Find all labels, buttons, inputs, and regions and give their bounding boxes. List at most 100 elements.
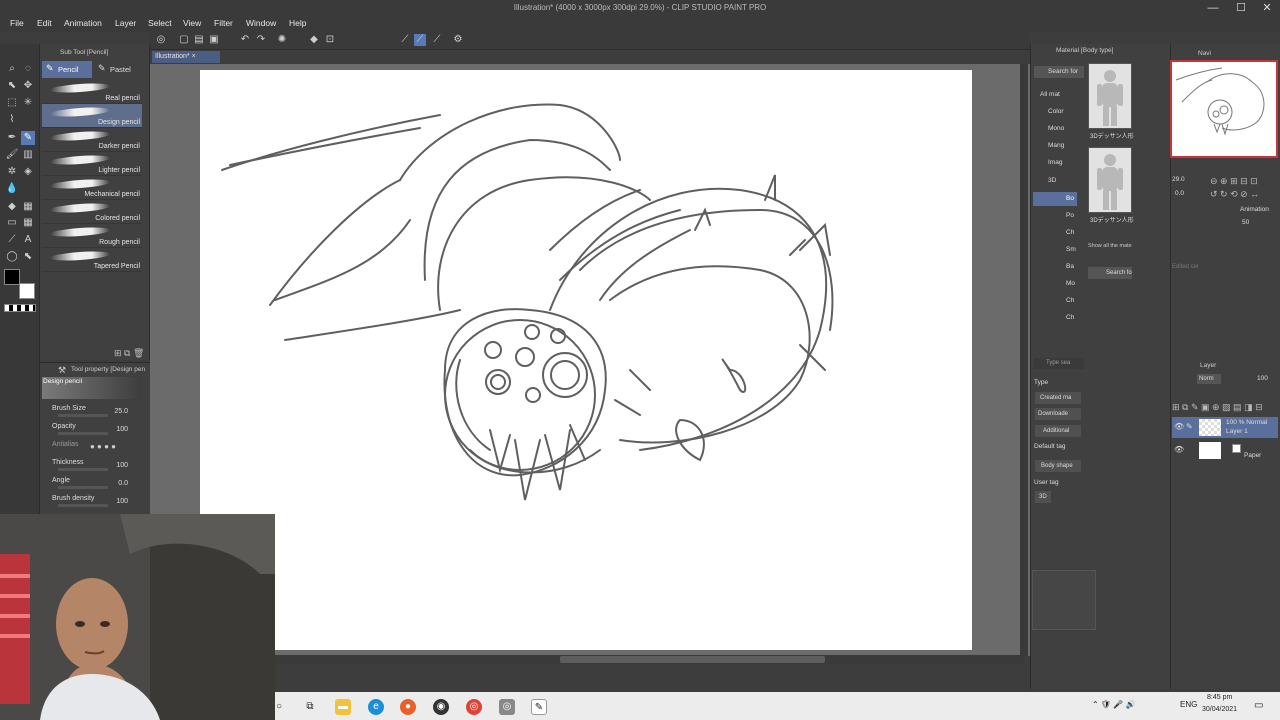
prop-slider[interactable] [58, 486, 108, 489]
minimize-button[interactable]: — [1200, 0, 1226, 16]
thickness-row[interactable]: Thickness 100 [50, 459, 140, 475]
sub-color-swatch[interactable] [19, 283, 35, 299]
default-tag[interactable]: Body shape [1035, 460, 1081, 472]
task-view-icon[interactable]: ⧉ [302, 699, 318, 715]
redo-icon[interactable]: ↷ [255, 34, 267, 46]
airbrush-tool-icon[interactable]: ▥ [21, 148, 35, 162]
brush-tool-icon[interactable]: 🖌 [5, 148, 19, 162]
main-color-swatch[interactable] [4, 269, 20, 285]
animation-tab[interactable]: Animation [1240, 206, 1269, 213]
animation-value[interactable]: 50 [1242, 219, 1249, 226]
material-thumbnail[interactable] [1088, 63, 1132, 129]
vertical-scrollbar[interactable] [1020, 64, 1028, 656]
horizontal-scroll-thumb[interactable] [560, 656, 825, 663]
user-tag[interactable]: 3D [1035, 491, 1051, 503]
lasso-tool-icon[interactable]: ◌ [21, 62, 35, 76]
layer-row-paper[interactable]: 👁 Paper [1172, 440, 1278, 461]
layer-row-layer1[interactable]: 👁 ✎ 100 % Normal Layer 1 [1172, 417, 1278, 438]
zoom-tool-icon[interactable]: ⌕ [5, 62, 19, 76]
sub-tool-menu-icon[interactable]: ⊞ ⧉ 🗑 [114, 348, 144, 359]
tree-item[interactable]: All mat [1040, 91, 1060, 98]
transform-icon[interactable]: ⊡ [324, 34, 336, 46]
pencil-tool-icon[interactable]: ✎ [21, 131, 35, 145]
balloon-tool-icon[interactable]: ◯ [5, 250, 19, 264]
transparent-color-swatch[interactable] [4, 304, 36, 312]
tray-icons[interactable]: ⌃ 🛡 🎤 🔊 [1092, 700, 1135, 709]
brush-lighter-pencil[interactable]: Lighter pencil [42, 152, 142, 176]
clip-studio-icon[interactable]: ◎ [155, 34, 167, 46]
text-tool-icon[interactable]: A [21, 233, 35, 247]
drawing-canvas[interactable] [200, 70, 972, 650]
frame-tool-icon[interactable]: ▦ [21, 216, 35, 230]
brush-mechanical-pencil[interactable]: Mechanical pencil [42, 176, 142, 200]
new-file-icon[interactable]: ▢ [178, 34, 190, 46]
brush-tapered-pencil[interactable]: Tapered Pencil [42, 248, 142, 272]
gradient-tool-icon[interactable]: ▦ [21, 200, 35, 214]
clip-studio-taskbar-icon[interactable]: ◎ [499, 699, 515, 715]
type-tag[interactable]: Additional [1035, 425, 1081, 437]
tree-item[interactable]: Color [1048, 108, 1064, 115]
eye-icon[interactable]: 👁 [1174, 422, 1184, 431]
settings-icon[interactable]: ⚙ [452, 34, 464, 46]
fill-tool-icon[interactable]: ◆ [5, 200, 19, 214]
auto-select-tool-icon[interactable]: ✳ [21, 96, 35, 110]
language-indicator[interactable]: ENG [1180, 700, 1197, 709]
figure-tool-icon[interactable]: ▭ [5, 216, 19, 230]
material-search-button[interactable]: Search for [1034, 66, 1084, 78]
snap-grid-icon[interactable]: ⟋ [431, 34, 443, 46]
obs-icon[interactable]: ◉ [433, 699, 449, 715]
tree-item[interactable]: Po [1066, 212, 1074, 219]
clock-date[interactable]: 30/04/2021 [1202, 706, 1237, 713]
layer-controls-icon[interactable]: ⊞ ⧉ ✎ ▣ ⊕ ▨ ▤ ◨ ⊟ [1172, 402, 1263, 413]
clip-studio-paint-icon[interactable]: ✎ [531, 699, 547, 715]
clear-icon[interactable]: ✺ [276, 34, 288, 46]
move-tool-icon[interactable]: ✥ [21, 79, 35, 93]
brush-colored-pencil[interactable]: Colored pencil [42, 200, 142, 224]
navigator-zoom[interactable]: 29.0 [1172, 176, 1185, 183]
menu-select[interactable]: Select [148, 18, 172, 28]
tree-item[interactable]: Ch [1066, 297, 1074, 304]
tree-item[interactable]: 3D [1048, 177, 1056, 184]
material-thumbnail[interactable] [1088, 147, 1132, 213]
brush-darker-pencil[interactable]: Darker pencil [42, 128, 142, 152]
layer-opacity-value[interactable]: 100 [1257, 375, 1268, 382]
angle-row[interactable]: Angle 0.0 [50, 477, 140, 493]
save-icon[interactable]: ▣ [208, 34, 220, 46]
antialias-row[interactable]: Antialias ● ● ● ● [50, 441, 140, 457]
navigator-zoom-controls-icon[interactable]: ⊖ ⊕ ⊞ ⊟ ⊡ [1210, 176, 1258, 187]
navigator-preview[interactable] [1170, 60, 1278, 158]
prop-slider[interactable] [58, 504, 108, 507]
pen-tool-icon[interactable]: ✒ [5, 131, 19, 145]
tree-item[interactable]: Bo [1066, 195, 1074, 202]
menu-window[interactable]: Window [246, 18, 276, 28]
opacity-row[interactable]: Opacity 100 [50, 423, 140, 439]
snap-special-ruler-icon[interactable]: ⟋ [414, 34, 426, 46]
decoration-tool-icon[interactable]: ✲ [5, 165, 19, 179]
menu-animation[interactable]: Animation [64, 18, 102, 28]
fill-icon[interactable]: ◆ [308, 34, 320, 46]
tree-item[interactable]: Imag [1048, 159, 1062, 166]
search-for-button[interactable]: Search fo [1088, 267, 1132, 279]
operation-tool-icon[interactable]: ⬉ [5, 79, 19, 93]
prop-slider[interactable] [58, 468, 108, 471]
show-all-materials[interactable]: Show all the mate [1088, 243, 1132, 249]
maximize-button[interactable]: ☐ [1228, 0, 1254, 16]
clock-time[interactable]: 8:45 pm [1207, 694, 1232, 701]
notification-icon[interactable]: ▭ [1254, 700, 1263, 711]
menu-edit[interactable]: Edit [37, 18, 52, 28]
search-icon[interactable]: ○ [271, 699, 287, 715]
navigator-angle[interactable]: 0.0 [1175, 190, 1184, 197]
blend-mode-select[interactable]: Norm [1197, 374, 1221, 384]
tag-search-input[interactable]: Type sea [1034, 358, 1084, 369]
eyedropper-tool-icon[interactable]: ⌇ [5, 113, 19, 127]
blend-tool-icon[interactable]: 💧 [5, 182, 19, 196]
correct-line-tool-icon[interactable]: ⬉ [21, 250, 35, 264]
eye-icon[interactable]: 👁 [1174, 445, 1184, 454]
menu-help[interactable]: Help [289, 18, 306, 28]
tree-item[interactable]: Mono [1048, 125, 1064, 132]
brush-density-row[interactable]: Brush density 100 [50, 495, 140, 511]
brush-real-pencil[interactable]: Real pencil [42, 80, 142, 104]
tree-item[interactable]: Mo [1066, 280, 1075, 287]
document-tab[interactable]: Illustration* × [152, 51, 220, 63]
menu-file[interactable]: File [10, 18, 24, 28]
